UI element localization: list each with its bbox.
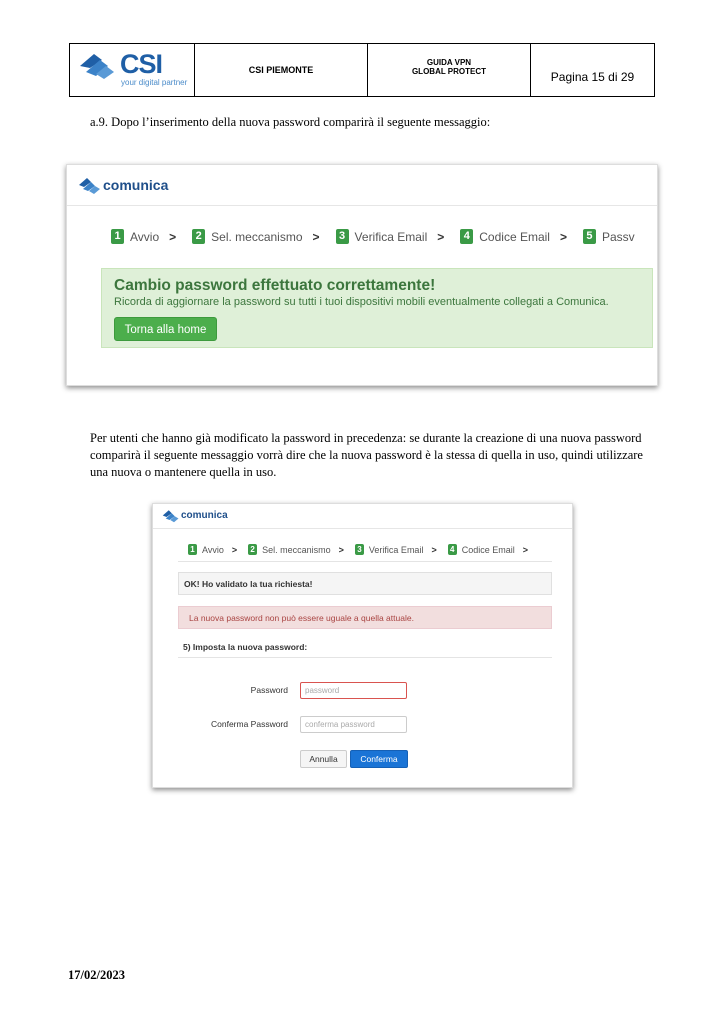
comunica-logo: comunica (161, 508, 228, 523)
divider (178, 561, 552, 562)
step-label: Passv (601, 229, 635, 244)
success-alert: Cambio password effettuato correttamente… (101, 268, 653, 348)
explanation-paragraph: Per utenti che hanno già modificato la p… (90, 431, 643, 479)
header-guide-line2: GLOBAL PROTECT (411, 67, 487, 76)
screenshot-error: comunica 1 Avvio > 2 Sel. meccanismo > 3… (152, 503, 573, 788)
csi-logo: CSI your digital partner (70, 44, 195, 96)
chevron-right-icon: > (522, 544, 529, 555)
step-label: Sel. meccanismo (211, 229, 303, 244)
chevron-right-icon: > (231, 544, 238, 555)
cancel-button[interactable]: Annulla (300, 750, 347, 768)
step-number: 1 (111, 229, 124, 244)
step-number: 5 (582, 229, 596, 244)
confirm-password-label: Conferma Password (210, 719, 288, 729)
step-number: 1 (188, 544, 197, 555)
confirm-password-field[interactable] (300, 716, 407, 733)
step-number: 4 (447, 544, 457, 555)
success-title: Cambio password effettuato correttamente… (114, 277, 436, 294)
step-label: Verifica Email (354, 229, 428, 244)
step-number: 2 (248, 544, 258, 555)
app-topbar: comunica (153, 504, 572, 529)
chevron-right-icon: > (431, 544, 437, 555)
comunica-logo: comunica (77, 175, 168, 195)
step-label: Verifica Email (368, 544, 424, 555)
header-guide: GUIDA VPN GLOBAL PROTECT (368, 44, 531, 96)
footer-date: 17/02/2023 (68, 968, 125, 982)
success-message: Ricorda di aggiornare la password su tut… (114, 296, 609, 308)
wizard-steps: 1 Avvio > 2 Sel. meccanismo > 3 Verifica… (188, 544, 539, 555)
step-label: Avvio (130, 229, 160, 244)
step-number: 3 (335, 229, 349, 244)
step-label: Codice Email (479, 229, 550, 244)
home-button[interactable]: Torna alla home (114, 317, 217, 341)
chevron-right-icon: > (338, 544, 344, 555)
step-number: 3 (354, 544, 364, 555)
step-a9-text: a.9. Dopo l’inserimento della nuova pass… (90, 115, 491, 129)
ok-message: OK! Ho validato la tua richiesta! (178, 572, 552, 595)
chevron-right-icon: > (169, 229, 177, 244)
csi-logo-text: CSI (120, 49, 163, 79)
chevron-right-icon: > (437, 229, 445, 244)
chevron-right-icon: > (312, 229, 320, 244)
comunica-logo-icon (79, 178, 100, 194)
screenshot-success: comunica 1 Avvio > 2 Sel. meccanismo > 3… (66, 164, 658, 386)
chevron-right-icon: > (559, 229, 567, 244)
header-org: CSI PIEMONTE (195, 44, 368, 96)
document-header: CSI your digital partner CSI PIEMONTE GU… (69, 43, 655, 97)
comunica-logo-icon (162, 510, 179, 523)
page-number: Pagina 15 di 29 (550, 70, 635, 84)
section-label: 5) Imposta la nuova password: (183, 642, 308, 652)
wizard-steps: 1 Avvio > 2 Sel. meccanismo > 3 Verifica… (111, 229, 635, 244)
csi-logo-icon (80, 54, 114, 79)
header-guide-line1: GUIDA VPN (426, 58, 472, 67)
csi-logo-tagline: your digital partner (121, 78, 188, 87)
step-label: Sel. meccanismo (262, 544, 331, 555)
confirm-button[interactable]: Conferma (350, 750, 408, 768)
divider (178, 657, 552, 658)
error-alert: La nuova password non può essere uguale … (178, 606, 552, 629)
password-field[interactable] (300, 682, 407, 699)
password-label: Password (250, 685, 288, 695)
step-label: Avvio (202, 544, 224, 555)
step-label: Codice Email (461, 544, 515, 555)
comunica-brand-text: comunica (103, 177, 169, 193)
step-number: 2 (192, 229, 206, 244)
step-number: 4 (460, 229, 474, 244)
comunica-brand-text: comunica (181, 510, 228, 521)
app-topbar: comunica (67, 165, 657, 206)
